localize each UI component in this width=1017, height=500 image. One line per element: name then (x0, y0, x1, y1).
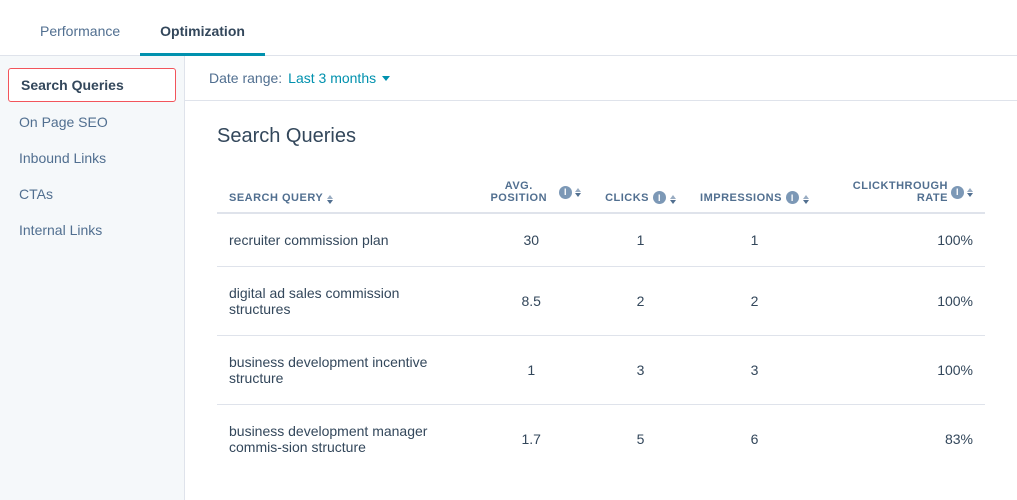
content-area: Date range: Last 3 months Search Queries… (185, 56, 1017, 500)
info-icon-ctr[interactable]: i (951, 186, 964, 199)
col-header-impressions: IMPRESSIONS i (688, 172, 821, 213)
cell-query-2: business development incentive structure (217, 336, 469, 405)
sidebar-item-internal-links[interactable]: Internal Links (0, 212, 184, 248)
cell-query-3: business development manager commis-sion… (217, 405, 469, 474)
cell-query-0: recruiter commission plan (217, 213, 469, 267)
cell-impressions-1: 2 (688, 267, 821, 336)
cell-clicks-1: 2 (593, 267, 688, 336)
cell-impressions-3: 6 (688, 405, 821, 474)
sort-icon-avg-position[interactable] (575, 188, 581, 197)
cell-impressions-2: 3 (688, 336, 821, 405)
sort-icon-clicks[interactable] (670, 195, 676, 204)
sidebar-item-search-queries[interactable]: Search Queries (8, 68, 176, 102)
content-inner: Search Queries SEARCH QUERY (185, 101, 1017, 497)
date-range-label: Date range: (209, 70, 282, 86)
col-header-query: SEARCH QUERY (217, 172, 469, 213)
sidebar-item-ctas[interactable]: CTAs (0, 176, 184, 212)
search-queries-table: SEARCH QUERY AVG. POSITION i (217, 172, 985, 473)
cell-clicks-2: 3 (593, 336, 688, 405)
cell-avg-position-3: 1.7 (469, 405, 593, 474)
chevron-down-icon (382, 76, 390, 81)
cell-avg-position-0: 30 (469, 213, 593, 267)
cell-ctr-2: 100% (821, 336, 985, 405)
cell-avg-position-2: 1 (469, 336, 593, 405)
tab-optimization[interactable]: Optimization (140, 7, 265, 56)
table-row: business development incentive structure… (217, 336, 985, 405)
table-row: digital ad sales commission structures 8… (217, 267, 985, 336)
date-range-dropdown[interactable]: Last 3 months (288, 70, 390, 86)
date-range-value-text: Last 3 months (288, 70, 376, 86)
cell-query-1: digital ad sales commission structures (217, 267, 469, 336)
table-header-row: SEARCH QUERY AVG. POSITION i (217, 172, 985, 213)
cell-ctr-3: 83% (821, 405, 985, 474)
info-icon-avg-position[interactable]: i (559, 186, 572, 199)
info-icon-impressions[interactable]: i (786, 191, 799, 204)
sidebar-item-inbound-links[interactable]: Inbound Links (0, 140, 184, 176)
cell-ctr-0: 100% (821, 213, 985, 267)
sidebar: Search Queries On Page SEO Inbound Links… (0, 56, 185, 500)
top-tab-bar: Performance Optimization (0, 0, 1017, 56)
cell-avg-position-1: 8.5 (469, 267, 593, 336)
section-title: Search Queries (217, 125, 985, 148)
tab-performance[interactable]: Performance (20, 7, 140, 56)
table-row: recruiter commission plan 30 1 1 100% (217, 213, 985, 267)
cell-clicks-3: 5 (593, 405, 688, 474)
col-header-avg-position: AVG. POSITION i (469, 172, 593, 213)
date-range-bar: Date range: Last 3 months (185, 56, 1017, 101)
main-layout: Search Queries On Page SEO Inbound Links… (0, 56, 1017, 500)
cell-ctr-1: 100% (821, 267, 985, 336)
sort-icon-impressions[interactable] (803, 195, 809, 204)
col-header-ctr: CLICKTHROUGH RATE i (821, 172, 985, 213)
table-row: business development manager commis-sion… (217, 405, 985, 474)
info-icon-clicks[interactable]: i (653, 191, 666, 204)
sort-icon-ctr[interactable] (967, 188, 973, 197)
sidebar-item-on-page-seo[interactable]: On Page SEO (0, 104, 184, 140)
cell-clicks-0: 1 (593, 213, 688, 267)
cell-impressions-0: 1 (688, 213, 821, 267)
col-header-clicks: CLICKS i (593, 172, 688, 213)
sort-icon-query[interactable] (327, 195, 333, 204)
